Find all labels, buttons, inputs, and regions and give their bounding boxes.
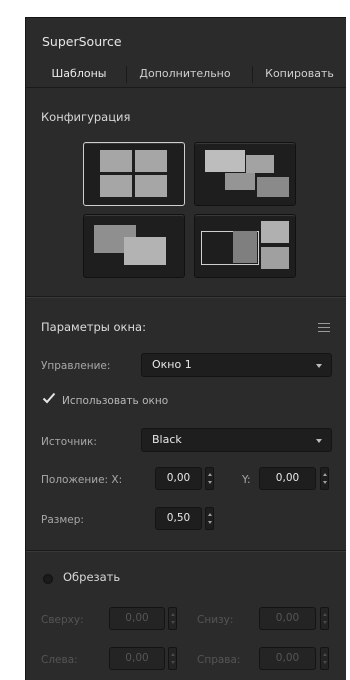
tab-advanced[interactable]: Дополнительно: [127, 62, 243, 87]
crop-left-label: Слева:: [41, 654, 78, 666]
tab-templates[interactable]: Шаблоны: [32, 62, 126, 87]
source-value: Black: [152, 433, 182, 446]
position-x-field[interactable]: 0,00: [155, 467, 202, 490]
box-shape: [257, 177, 289, 197]
size-field[interactable]: 0,50: [155, 507, 202, 530]
tab-bar: Шаблоны Дополнительно Копировать: [26, 62, 346, 88]
crop-bottom-stepper[interactable]: [320, 607, 329, 630]
crop-left-field[interactable]: 0,00: [109, 647, 165, 670]
box-shape: [233, 231, 257, 263]
crop-right-label: Справа:: [197, 654, 241, 666]
crop-right-stepper[interactable]: [320, 647, 329, 670]
size-label: Размер:: [41, 514, 84, 526]
size-stepper[interactable]: [205, 507, 214, 530]
box-params-label: Параметры окна:: [41, 320, 146, 334]
template-cascade-button[interactable]: [194, 142, 296, 206]
section-divider: [26, 296, 346, 297]
tab-copy[interactable]: Копировать: [253, 62, 346, 87]
box-shape: [246, 155, 274, 173]
template-side-box-button[interactable]: [194, 214, 296, 278]
crop-bottom-label: Снизу:: [197, 614, 234, 626]
chevron-down-icon: [316, 439, 322, 443]
source-dropdown[interactable]: Black: [141, 428, 332, 452]
chevron-down-icon: [316, 364, 322, 368]
source-label: Источник:: [41, 436, 97, 448]
crop-right-field[interactable]: 0,00: [259, 647, 316, 670]
control-dropdown[interactable]: Окно 1: [141, 353, 332, 377]
crop-bottom-field[interactable]: 0,00: [259, 607, 316, 630]
template-two-box-button[interactable]: [83, 214, 185, 278]
crop-top-label: Сверху:: [41, 614, 84, 626]
control-value: Окно 1: [152, 358, 192, 371]
crop-toggle-radio[interactable]: [43, 574, 53, 584]
position-x-label: Положение: X:: [41, 474, 123, 486]
crop-top-field[interactable]: 0,00: [109, 607, 165, 630]
supersource-panel: SuperSource Шаблоны Дополнительно Копиро…: [25, 17, 346, 680]
position-y-stepper[interactable]: [320, 467, 329, 490]
box-shape: [100, 150, 132, 172]
box-shape: [205, 150, 245, 172]
section-divider: [26, 550, 346, 551]
box-shape: [100, 175, 132, 197]
crop-left-stepper[interactable]: [168, 647, 177, 670]
position-x-stepper[interactable]: [205, 467, 214, 490]
box-shape: [261, 247, 289, 269]
crop-label[interactable]: Обрезать: [63, 570, 120, 584]
enable-checkbox-checkmark-icon[interactable]: [42, 391, 56, 405]
box-shape: [135, 175, 167, 197]
box-shape: [225, 173, 255, 190]
box-shape: [261, 221, 289, 243]
hamburger-menu-icon[interactable]: [318, 323, 330, 332]
position-y-field[interactable]: 0,00: [259, 467, 316, 490]
enable-box-label[interactable]: Использовать окно: [62, 395, 168, 407]
position-y-label: Y:: [242, 474, 251, 486]
box-shape: [135, 150, 167, 172]
crop-top-stepper[interactable]: [168, 607, 177, 630]
configuration-label: Конфигурация: [41, 110, 131, 124]
panel-title: SuperSource: [42, 34, 122, 49]
box-shape: [124, 237, 166, 265]
control-label: Управление:: [41, 360, 111, 372]
template-four-box-button[interactable]: [83, 142, 185, 206]
